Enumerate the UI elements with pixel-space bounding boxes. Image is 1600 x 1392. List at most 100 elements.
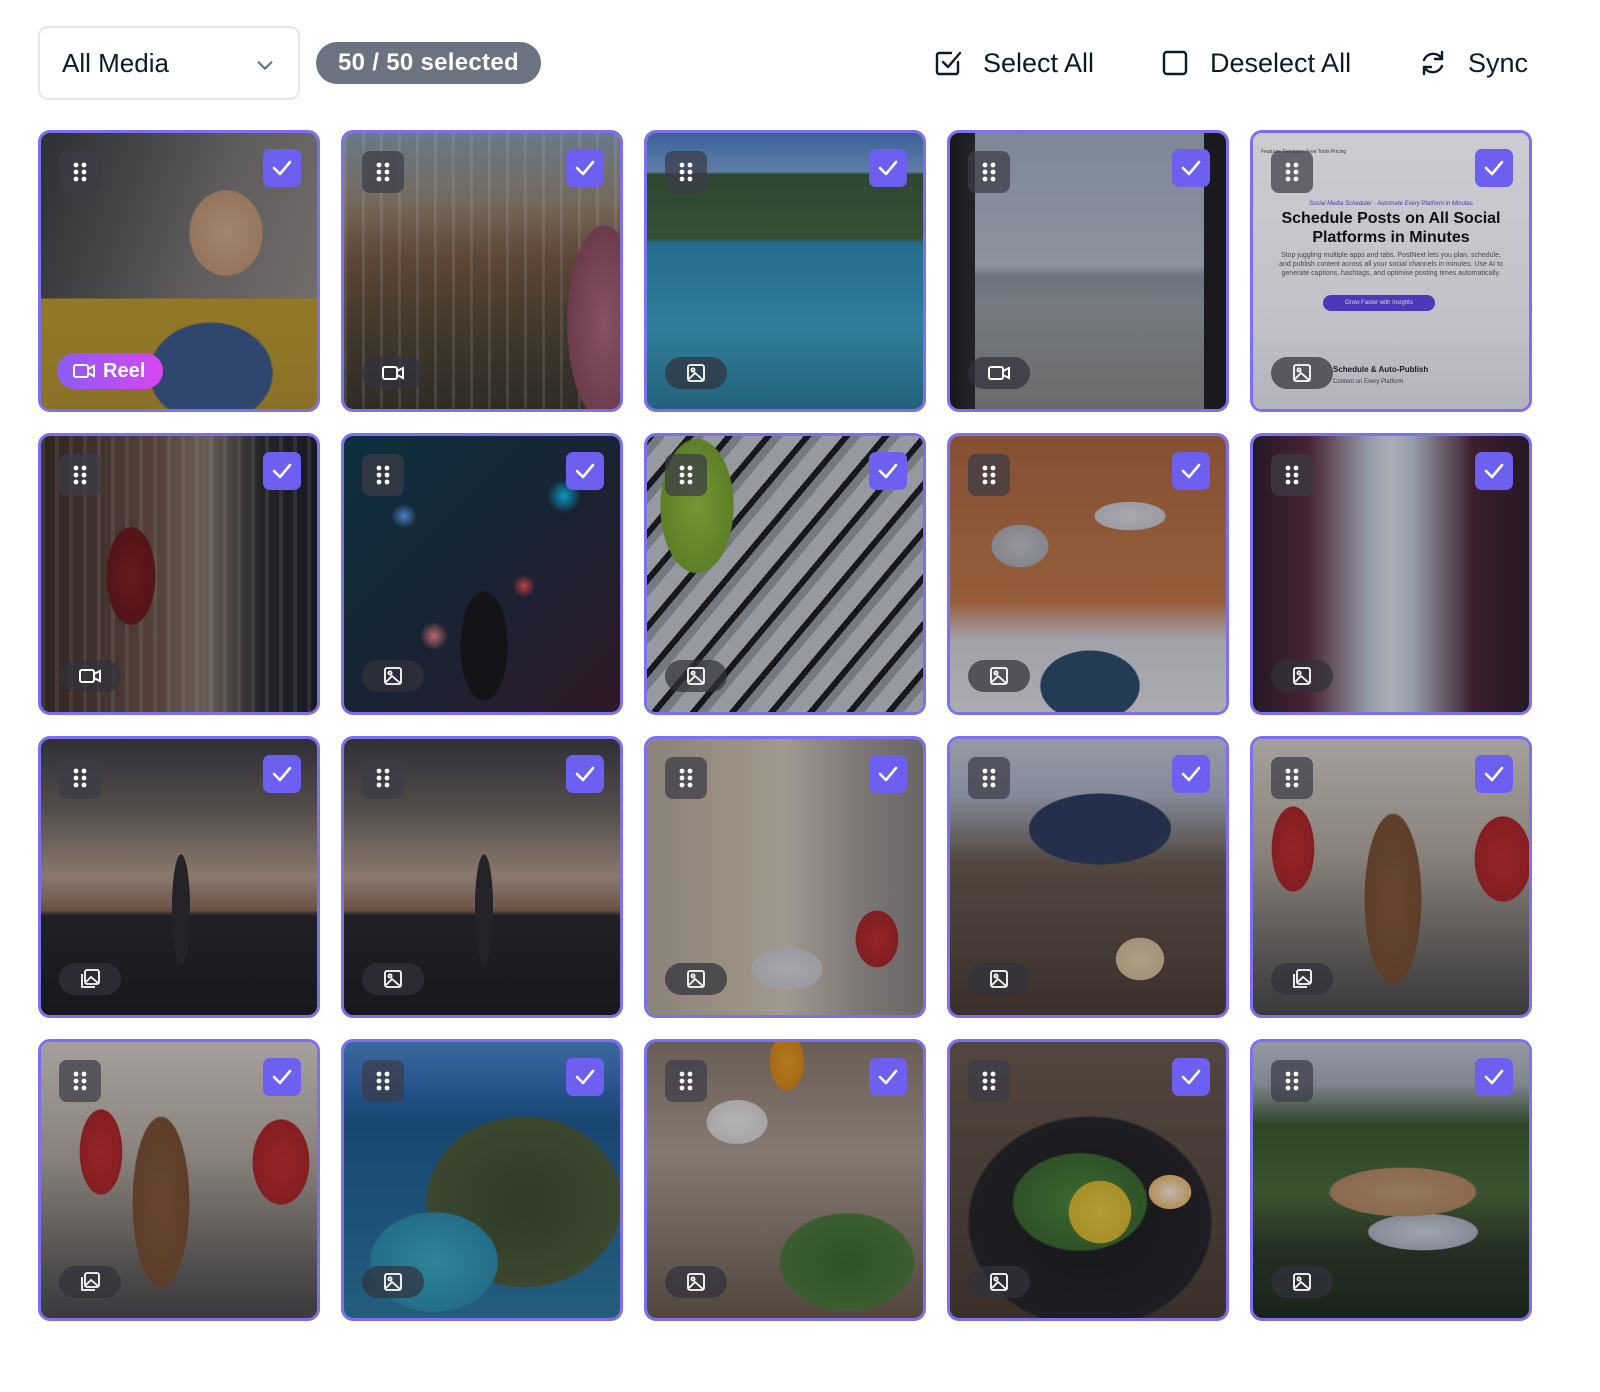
media-tile[interactable] xyxy=(341,1039,623,1321)
select-all-button[interactable]: Select All xyxy=(933,43,1094,83)
drag-handle-icon[interactable] xyxy=(362,454,404,496)
image-type-badge xyxy=(968,1266,1030,1298)
check-icon xyxy=(272,463,292,479)
check-icon xyxy=(1484,1069,1504,1085)
selected-checkbox[interactable] xyxy=(1475,755,1513,793)
drag-handle-icon[interactable] xyxy=(1271,454,1313,496)
video-type-badge xyxy=(362,357,424,389)
drag-handle-icon[interactable] xyxy=(59,454,101,496)
check-icon xyxy=(575,463,595,479)
selected-checkbox[interactable] xyxy=(1172,149,1210,187)
media-tile[interactable]: Features Templates Free Tools Pricing So… xyxy=(1250,130,1532,412)
drag-handle-icon[interactable] xyxy=(665,454,707,496)
image-type-badge xyxy=(1271,1266,1333,1298)
selected-checkbox[interactable] xyxy=(1172,1058,1210,1096)
chevron-down-icon xyxy=(257,61,273,70)
check-icon xyxy=(1181,1069,1201,1085)
media-tile[interactable] xyxy=(947,433,1229,715)
drag-handle-icon[interactable] xyxy=(968,454,1010,496)
selected-checkbox[interactable] xyxy=(566,755,604,793)
media-tile[interactable] xyxy=(341,130,623,412)
check-icon xyxy=(575,160,595,176)
drag-handle-icon[interactable] xyxy=(59,757,101,799)
drag-handle-icon[interactable] xyxy=(968,151,1010,193)
media-tile[interactable] xyxy=(644,736,926,1018)
media-filter-select[interactable]: All Media xyxy=(38,26,300,100)
selected-checkbox[interactable] xyxy=(1475,1058,1513,1096)
drag-handle-icon[interactable] xyxy=(59,151,101,193)
media-tile[interactable] xyxy=(947,130,1229,412)
image-icon xyxy=(1293,364,1311,382)
selected-count-badge: 50 / 50 selected xyxy=(316,42,541,84)
selected-checkbox[interactable] xyxy=(1475,149,1513,187)
drag-handle-icon[interactable] xyxy=(362,151,404,193)
selected-checkbox[interactable] xyxy=(263,452,301,490)
selected-checkbox[interactable] xyxy=(566,452,604,490)
media-tile[interactable] xyxy=(644,433,926,715)
media-tile[interactable] xyxy=(38,1039,320,1321)
media-tile[interactable] xyxy=(1250,736,1532,1018)
media-tile[interactable] xyxy=(38,433,320,715)
media-tile[interactable] xyxy=(947,736,1229,1018)
drag-handle-icon[interactable] xyxy=(1271,1060,1313,1102)
check-icon xyxy=(878,160,898,176)
video-type-badge xyxy=(968,357,1030,389)
reel-badge: Reel xyxy=(57,353,164,389)
drag-handle-icon[interactable] xyxy=(665,1060,707,1102)
selected-checkbox[interactable] xyxy=(566,149,604,187)
image-icon xyxy=(990,970,1008,988)
check-icon xyxy=(1484,160,1504,176)
media-tile[interactable] xyxy=(38,736,320,1018)
gallery-icon xyxy=(81,969,100,988)
image-type-badge xyxy=(362,963,424,995)
drag-handle-icon[interactable] xyxy=(59,1060,101,1102)
checkbox-checked-icon xyxy=(935,51,962,76)
selected-checkbox[interactable] xyxy=(1475,452,1513,490)
selected-checkbox[interactable] xyxy=(263,755,301,793)
media-tile[interactable] xyxy=(644,130,926,412)
drag-handle-icon[interactable] xyxy=(665,757,707,799)
image-icon xyxy=(1293,667,1311,685)
drag-handle-icon[interactable] xyxy=(968,757,1010,799)
drag-handle-icon[interactable] xyxy=(665,151,707,193)
selected-checkbox[interactable] xyxy=(263,149,301,187)
check-icon xyxy=(272,766,292,782)
drag-handle-icon[interactable] xyxy=(968,1060,1010,1102)
image-type-badge xyxy=(665,1266,727,1298)
check-icon xyxy=(575,766,595,782)
media-tile[interactable] xyxy=(644,1039,926,1321)
selected-checkbox[interactable] xyxy=(869,149,907,187)
selected-checkbox[interactable] xyxy=(1172,452,1210,490)
media-tile[interactable]: Reel xyxy=(38,130,320,412)
checkbox-empty-icon xyxy=(1162,50,1188,76)
image-type-badge xyxy=(968,963,1030,995)
media-tile[interactable] xyxy=(341,433,623,715)
media-tile[interactable] xyxy=(947,1039,1229,1321)
check-icon xyxy=(272,1069,292,1085)
refresh-icon xyxy=(1422,50,1444,76)
image-icon xyxy=(384,667,402,685)
check-icon xyxy=(878,766,898,782)
selected-checkbox[interactable] xyxy=(869,755,907,793)
image-icon xyxy=(384,1273,402,1291)
check-icon xyxy=(1484,463,1504,479)
sync-button[interactable]: Sync xyxy=(1418,43,1528,83)
media-tile[interactable] xyxy=(1250,433,1532,715)
selected-checkbox[interactable] xyxy=(1172,755,1210,793)
selected-checkbox[interactable] xyxy=(869,452,907,490)
media-tile[interactable] xyxy=(341,736,623,1018)
drag-handle-icon[interactable] xyxy=(362,1060,404,1102)
selected-checkbox[interactable] xyxy=(869,1058,907,1096)
drag-handle-icon[interactable] xyxy=(1271,757,1313,799)
deselect-all-button[interactable]: Deselect All xyxy=(1160,43,1351,83)
image-icon xyxy=(687,970,705,988)
drag-handle-icon[interactable] xyxy=(362,757,404,799)
selected-checkbox[interactable] xyxy=(566,1058,604,1096)
gallery-icon xyxy=(1293,969,1312,988)
selected-checkbox[interactable] xyxy=(263,1058,301,1096)
image-type-badge xyxy=(665,660,727,692)
image-type-badge xyxy=(968,660,1030,692)
drag-handle-icon[interactable] xyxy=(1271,151,1313,193)
media-tile[interactable] xyxy=(1250,1039,1532,1321)
image-type-badge xyxy=(1271,660,1333,692)
